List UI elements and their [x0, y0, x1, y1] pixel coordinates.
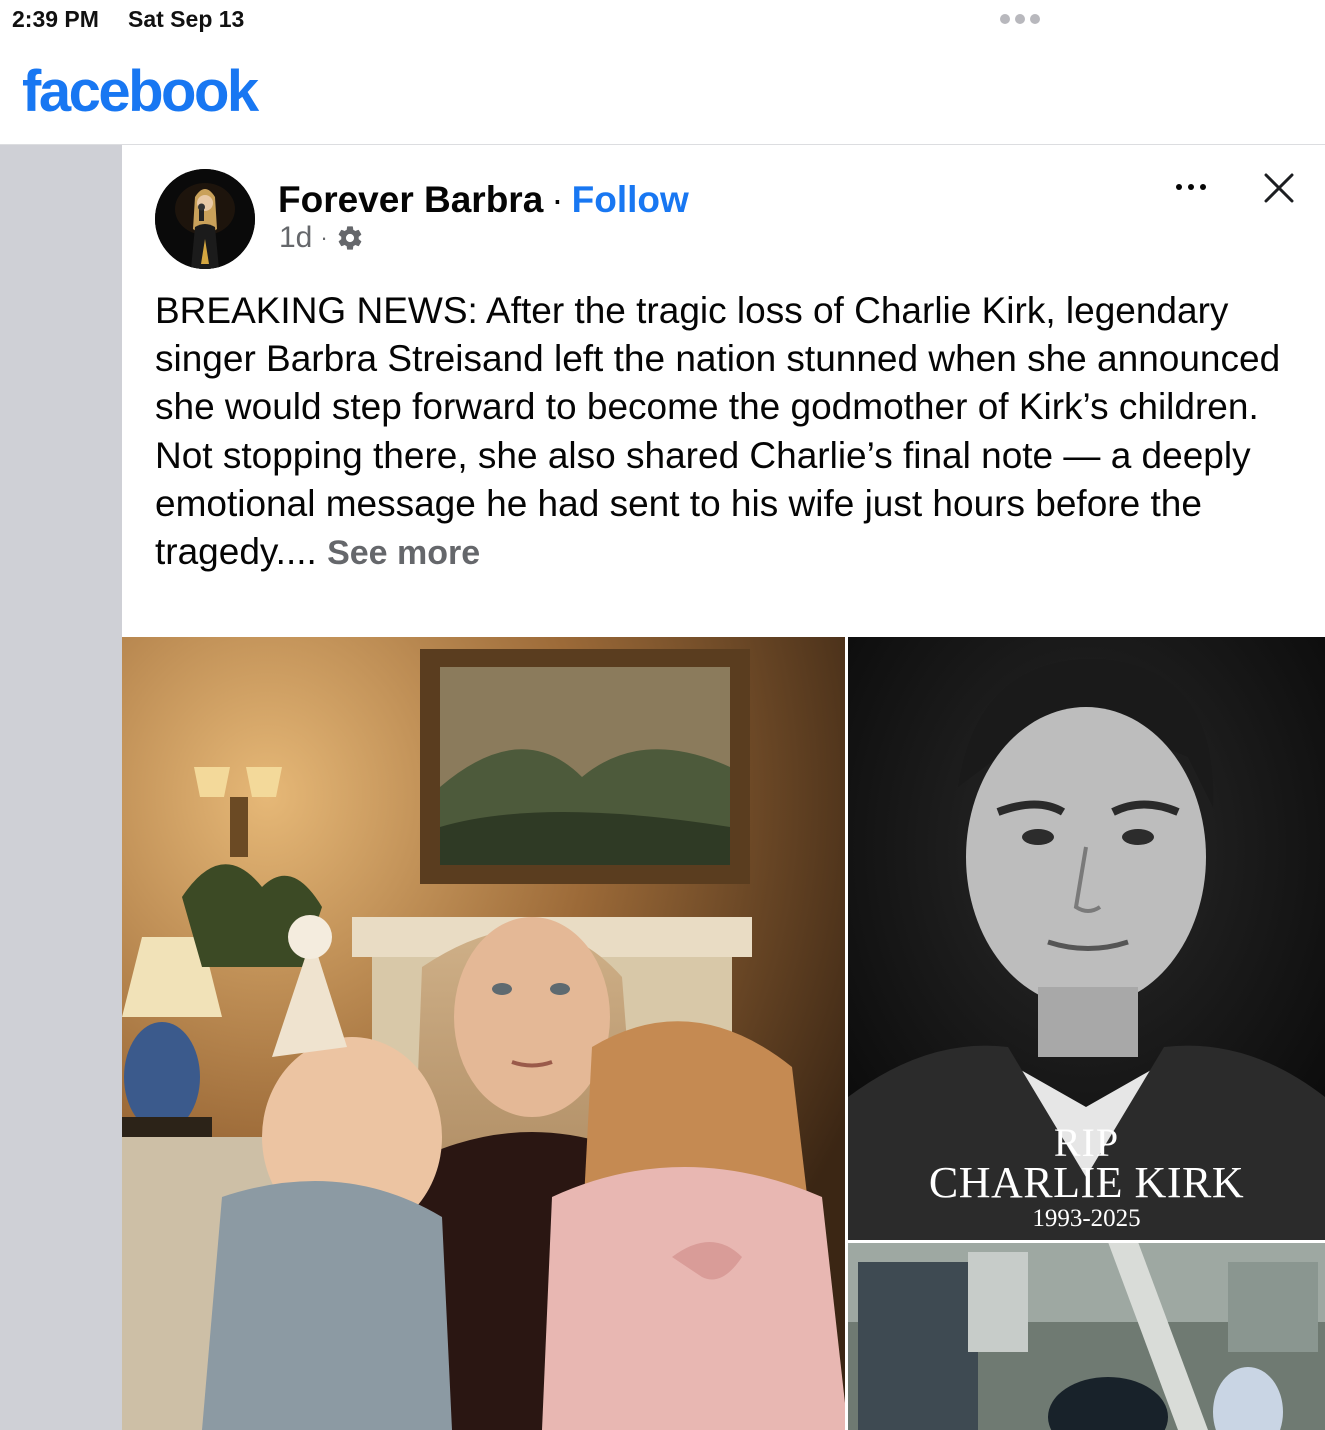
memorial-caption-years: 1993-2025	[1032, 1205, 1141, 1232]
author-line: Forever Barbra · Follow	[278, 179, 689, 221]
more-horizontal-icon[interactable]	[1174, 177, 1208, 197]
post-text: BREAKING NEWS: After the tragic loss of …	[155, 287, 1305, 577]
post-image-memorial[interactable]: RIP CHARLIE KIRK 1993-2025	[848, 637, 1325, 1242]
post-text-paragraph-2-body: Not stopping there, she also shared Char…	[155, 434, 1251, 573]
media-divider-horizontal	[848, 1240, 1325, 1243]
post-age[interactable]: 1d	[279, 221, 312, 255]
status-time: 2:39 PM	[12, 6, 99, 32]
author-name[interactable]: Forever Barbra	[278, 179, 543, 220]
meta-separator: ·	[320, 225, 328, 250]
gear-icon	[336, 224, 364, 252]
author-avatar[interactable]	[155, 169, 255, 269]
follow-button[interactable]: Follow	[572, 179, 689, 220]
avatar-image	[155, 169, 255, 269]
left-gutter	[0, 145, 122, 1430]
facebook-logo[interactable]: facebook	[22, 58, 259, 125]
close-icon[interactable]	[1262, 171, 1296, 205]
media-divider-vertical	[845, 637, 848, 1430]
multitasking-dots-icon[interactable]	[1000, 14, 1040, 24]
separator-dot: ·	[551, 179, 564, 220]
post-text-paragraph-2: Not stopping there, she also shared Char…	[155, 432, 1305, 578]
family-photo	[122, 637, 848, 1430]
status-date: Sat Sep 13	[128, 6, 245, 32]
see-more-link[interactable]: See more	[327, 534, 480, 572]
post-meta: 1d ·	[279, 221, 364, 255]
third-photo	[848, 1242, 1325, 1430]
memorial-caption-name: CHARLIE KIRK	[928, 1158, 1245, 1207]
post-text-paragraph-1: BREAKING NEWS: After the tragic loss of …	[155, 290, 1281, 428]
status-bar: 2:39 PM Sat Sep 13	[0, 0, 1325, 42]
post-image-family[interactable]	[122, 637, 848, 1430]
app-header: facebook	[0, 42, 1325, 145]
post-card: Forever Barbra · Follow 1d · BREAKING NEWS…	[122, 145, 1325, 1430]
post-image-third[interactable]	[848, 1242, 1325, 1430]
